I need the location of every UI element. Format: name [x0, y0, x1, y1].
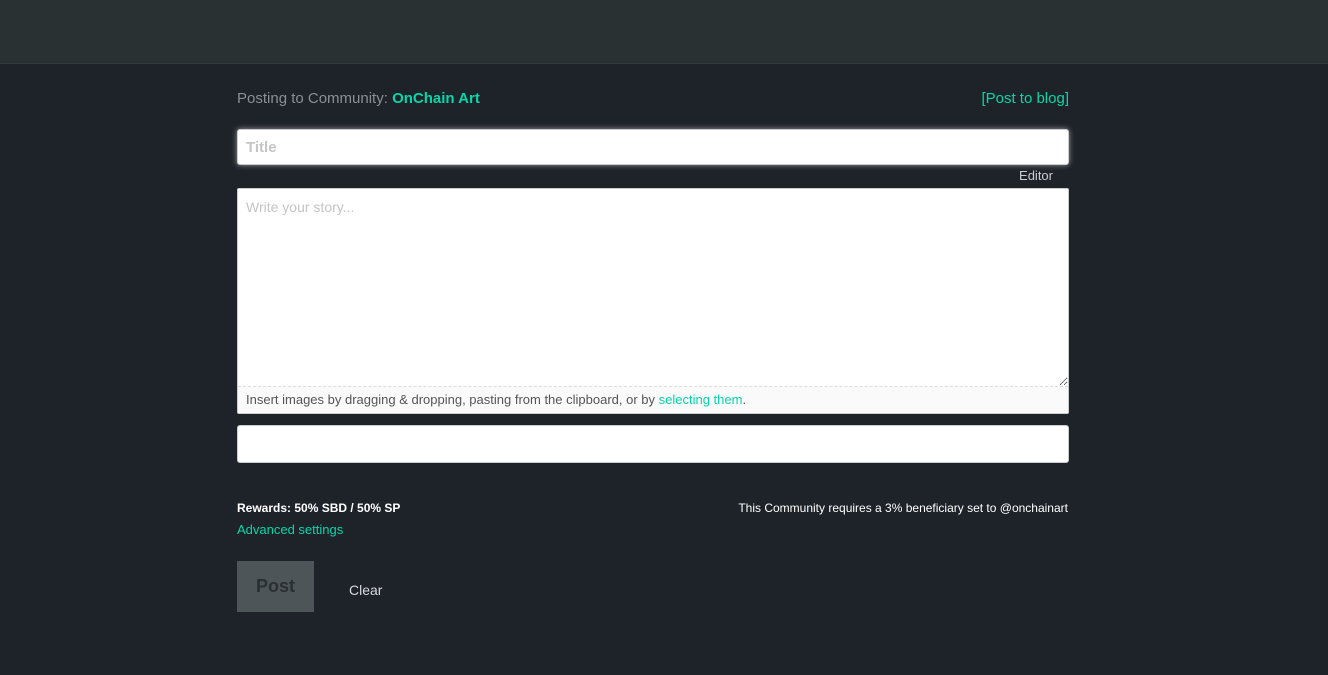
- community-header: Posting to Community: OnChain Art [Post …: [237, 90, 1069, 112]
- dropzone-suffix: .: [742, 392, 747, 407]
- beneficiary-note: This Community requires a 3% beneficiary…: [738, 501, 1068, 515]
- select-images-link[interactable]: selecting them: [659, 392, 743, 407]
- post-to-blog-link[interactable]: [Post to blog]: [981, 90, 1069, 107]
- body-editor: Insert images by dragging & dropping, pa…: [237, 188, 1069, 414]
- rewards-setting: Rewards: 50% SBD / 50% SP: [237, 501, 401, 515]
- advanced-settings-link[interactable]: Advanced settings: [237, 522, 343, 537]
- title-input[interactable]: [237, 129, 1069, 165]
- community-label: Posting to Community:: [237, 90, 388, 107]
- community-name[interactable]: OnChain Art: [392, 90, 480, 107]
- tags-input[interactable]: [237, 425, 1069, 463]
- image-dropzone-hint: Insert images by dragging & dropping, pa…: [238, 386, 1068, 413]
- dropzone-text: Insert images by dragging & dropping, pa…: [246, 392, 659, 407]
- top-navigation-bar: [0, 0, 1328, 64]
- clear-button[interactable]: Clear: [349, 582, 382, 598]
- editor-toggle-link[interactable]: Editor: [1019, 168, 1053, 183]
- post-button[interactable]: Post: [237, 561, 314, 612]
- story-textarea[interactable]: [238, 189, 1068, 386]
